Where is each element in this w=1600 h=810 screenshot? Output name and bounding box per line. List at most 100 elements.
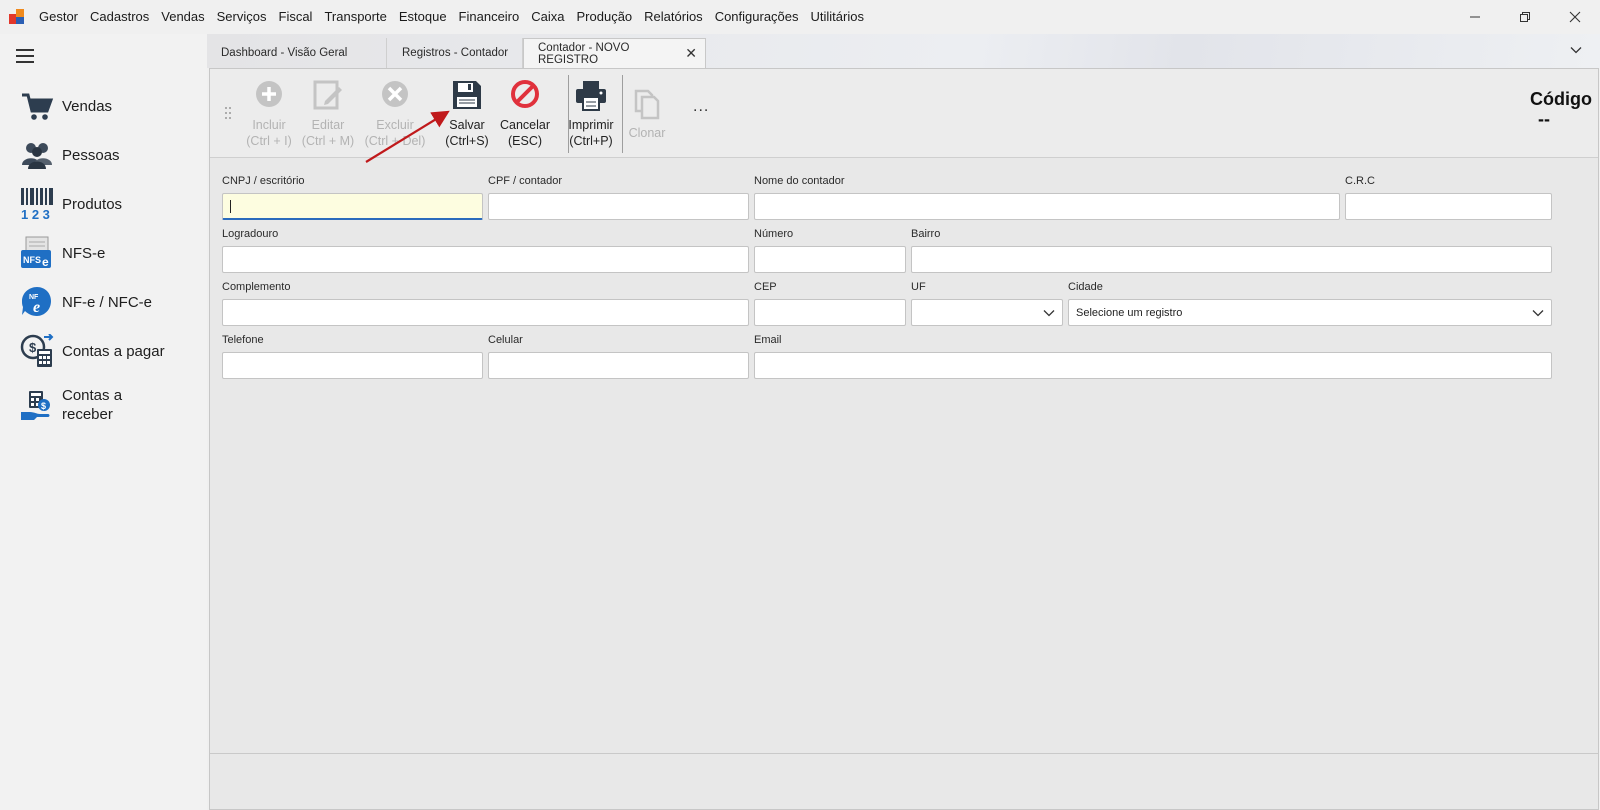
imprimir-label: Imprimir: [568, 118, 614, 132]
clonar-button[interactable]: Clonar: [626, 87, 668, 141]
sidebar-item-contas-receber[interactable]: $ Contas a receber: [20, 386, 200, 424]
nfe-icon: NF e: [22, 287, 51, 316]
cancelar-shortcut: (ESC): [507, 134, 543, 148]
sidebar-item-label: NFS-e: [62, 244, 106, 262]
cidade-label: Cidade: [1068, 281, 1103, 293]
menu-vendas[interactable]: Vendas: [155, 0, 210, 34]
sidebar-item-label: Vendas: [62, 97, 113, 115]
menu-caixa[interactable]: Caixa: [525, 0, 570, 34]
uf-label: UF: [911, 281, 926, 293]
minimize-button[interactable]: [1450, 0, 1500, 34]
cpf-field[interactable]: [488, 193, 749, 220]
clonar-label: Clonar: [628, 126, 666, 140]
sidebar-item-pessoas[interactable]: Pessoas: [20, 138, 200, 172]
bairro-field[interactable]: [911, 246, 1552, 273]
svg-text:$: $: [29, 340, 37, 355]
menu-utilitarios[interactable]: Utilitários: [805, 0, 870, 34]
tab-close-icon[interactable]: ✕: [685, 45, 697, 62]
email-label: Email: [754, 334, 782, 346]
excluir-shortcut: (Ctrl + Del): [364, 134, 426, 148]
salvar-button[interactable]: Salvar (Ctrl+S): [442, 79, 492, 149]
telefone-label: Telefone: [222, 334, 264, 346]
window-controls: [1450, 0, 1600, 34]
restore-icon: [1520, 12, 1530, 22]
tab-label: Contador - NOVO REGISTRO: [538, 41, 630, 66]
status-bar-divider: [210, 753, 1598, 754]
menu-gestor[interactable]: Gestor: [33, 0, 84, 34]
tab-registros-contador[interactable]: Registros - Contador: [388, 38, 523, 68]
toolbar-separator: [622, 75, 623, 153]
numero-label: Número: [754, 228, 794, 240]
sidebar-item-contas-pagar[interactable]: $ Contas a pagar: [20, 334, 200, 368]
sidebar-item-nfe[interactable]: NF e NF-e / NFC-e: [20, 285, 200, 319]
menu-cadastros[interactable]: Cadastros: [84, 0, 155, 34]
svg-text:e: e: [33, 299, 40, 316]
sidebar-item-vendas[interactable]: Vendas: [20, 89, 200, 123]
tab-contador-novo-registro[interactable]: Contador - NOVO REGISTRO ✕: [523, 38, 706, 68]
sidebar-item-nfse[interactable]: NFS e NFS-e: [20, 236, 200, 270]
app-logo-icon: [9, 9, 25, 25]
more-options-button[interactable]: ...: [693, 98, 709, 116]
cnpj-label: CNPJ / escritório: [222, 175, 305, 187]
bairro-label: Bairro: [911, 228, 941, 240]
toolbar: Incluir (Ctrl + I) Editar (Ctrl + M) Exc…: [210, 69, 1598, 158]
crc-label: C.R.C: [1345, 175, 1375, 187]
toolbar-grip-icon[interactable]: [224, 106, 232, 120]
tab-strip: Dashboard - Visão Geral Registros - Cont…: [207, 34, 1600, 68]
chevron-down-icon: [1043, 309, 1055, 316]
salvar-shortcut: (Ctrl+S): [445, 134, 489, 148]
restore-button[interactable]: [1500, 0, 1550, 34]
nome-contador-field[interactable]: [754, 193, 1340, 220]
crc-field[interactable]: [1345, 193, 1552, 220]
salvar-label: Salvar: [449, 118, 485, 132]
chevron-down-icon: [1532, 309, 1544, 316]
cidade-select[interactable]: Selecione um registro: [1068, 299, 1552, 326]
tab-dashboard[interactable]: Dashboard - Visão Geral: [207, 38, 387, 68]
menu-producao[interactable]: Produção: [571, 0, 639, 34]
uf-select[interactable]: [911, 299, 1063, 326]
complemento-label: Complemento: [222, 281, 291, 293]
celular-field[interactable]: [488, 352, 749, 379]
hand-money-icon: $: [21, 391, 50, 420]
close-icon: [1569, 11, 1581, 23]
incluir-button[interactable]: Incluir (Ctrl + I): [241, 79, 297, 149]
logradouro-label: Logradouro: [222, 228, 279, 240]
main-panel: Incluir (Ctrl + I) Editar (Ctrl + M) Exc…: [209, 68, 1599, 810]
nome-contador-label: Nome do contador: [754, 175, 845, 187]
hamburger-menu-icon[interactable]: [16, 49, 34, 63]
cidade-selected-value: Selecione um registro: [1076, 306, 1183, 319]
chevron-down-icon[interactable]: [1570, 44, 1582, 56]
cep-field[interactable]: [754, 299, 906, 326]
minimize-icon: [1470, 16, 1480, 18]
sidebar-item-produtos[interactable]: 1 2 3 Produtos: [20, 187, 200, 221]
cep-label: CEP: [754, 281, 777, 293]
main-menu: Gestor Cadastros Vendas Serviços Fiscal …: [33, 0, 870, 34]
complemento-field[interactable]: [222, 299, 749, 326]
tab-label: Registros - Contador: [402, 47, 509, 59]
editar-button[interactable]: Editar (Ctrl + M): [299, 79, 357, 149]
svg-text:1 2 3: 1 2 3: [21, 207, 50, 221]
menu-transporte[interactable]: Transporte: [318, 0, 392, 34]
sidebar-item-label: NF-e / NFC-e: [62, 293, 152, 311]
close-window-button[interactable]: [1550, 0, 1600, 34]
cancel-prohibited-icon: [511, 80, 539, 108]
imprimir-button[interactable]: Imprimir (Ctrl+P): [565, 79, 617, 149]
excluir-button[interactable]: Excluir (Ctrl + Del): [362, 79, 428, 149]
sidebar-item-label: Produtos: [62, 195, 123, 213]
telefone-field[interactable]: [222, 352, 483, 379]
logradouro-field[interactable]: [222, 246, 749, 273]
sidebar-item-label: Contas a pagar: [62, 342, 165, 360]
svg-text:NFS: NFS: [23, 255, 41, 265]
menu-relatorios[interactable]: Relatórios: [638, 0, 709, 34]
imprimir-shortcut: (Ctrl+P): [569, 134, 613, 148]
menu-fiscal[interactable]: Fiscal: [273, 0, 319, 34]
svg-text:$: $: [41, 401, 46, 411]
menu-financeiro[interactable]: Financeiro: [453, 0, 526, 34]
email-field[interactable]: [754, 352, 1552, 379]
menu-configuracoes[interactable]: Configurações: [709, 0, 805, 34]
cnpj-field[interactable]: [222, 193, 483, 220]
menu-estoque[interactable]: Estoque: [393, 0, 453, 34]
menu-servicos[interactable]: Serviços: [211, 0, 273, 34]
cancelar-button[interactable]: Cancelar (ESC): [499, 79, 551, 149]
numero-field[interactable]: [754, 246, 906, 273]
